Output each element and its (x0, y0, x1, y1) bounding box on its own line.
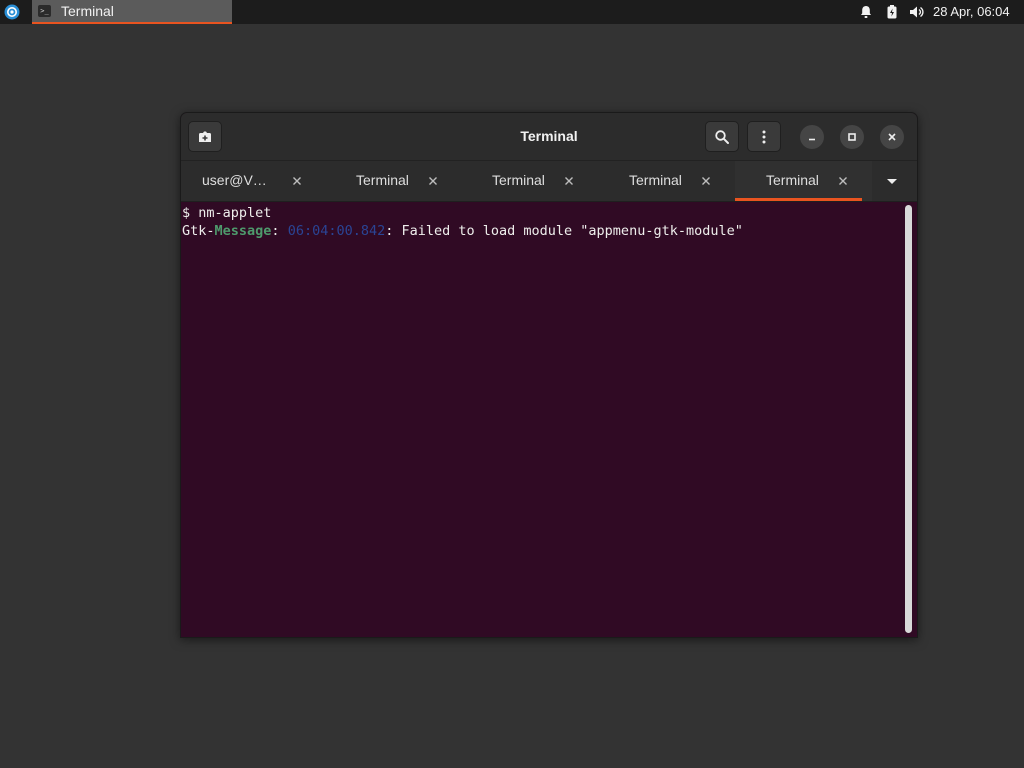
tab-close-icon[interactable] (699, 174, 713, 188)
terminal-window: Terminal user@V… Terminal Terminal Termi… (180, 112, 918, 638)
kebab-menu-icon (762, 130, 766, 144)
tab-terminal-4[interactable]: Terminal (592, 161, 729, 201)
tab-close-icon[interactable] (562, 174, 576, 188)
header-bar: Terminal (181, 113, 917, 161)
active-tab-indicator (735, 198, 862, 201)
separator: : (271, 223, 288, 239)
tab-label: Terminal (492, 172, 545, 188)
tab-label: Terminal (629, 172, 682, 188)
terminal-icon: >_ (38, 5, 51, 17)
terminal-output[interactable]: $ nm-applet Gtk-Message: 06:04:00.842: Fa… (182, 204, 902, 636)
tab-label: Terminal (766, 172, 819, 188)
search-button[interactable] (705, 121, 739, 152)
volume-icon[interactable] (908, 4, 924, 20)
terminal-line: Gtk-Message: 06:04:00.842: Failed to loa… (182, 222, 902, 240)
menu-button[interactable] (747, 121, 781, 152)
tab-user[interactable]: user@V… (181, 161, 318, 201)
terminal-scrollbar[interactable] (905, 205, 912, 633)
tab-close-icon[interactable] (426, 174, 440, 188)
close-icon (888, 133, 896, 141)
tab-close-icon[interactable] (290, 174, 304, 188)
tab-list-dropdown-icon[interactable] (885, 176, 899, 186)
taskbar-item-terminal[interactable]: >_ Terminal (32, 0, 232, 24)
tab-close-icon[interactable] (836, 174, 850, 188)
tab-terminal-active[interactable]: Terminal (735, 161, 872, 201)
tab-label: Terminal (356, 172, 409, 188)
maximize-button[interactable] (840, 125, 864, 149)
tab-terminal-2[interactable]: Terminal (318, 161, 455, 201)
clock[interactable]: 28 Apr, 06:04 (933, 4, 1010, 19)
bell-icon[interactable] (858, 4, 874, 20)
tab-bar: user@V… Terminal Terminal Terminal Termi… (181, 161, 917, 202)
tab-label: user@V… (202, 172, 267, 188)
message-text: : Failed to load module "appmenu-gtk-mod… (385, 223, 743, 239)
gtk-prefix: Gtk- (182, 223, 215, 239)
timestamp: 06:04:00.842 (287, 223, 386, 239)
close-button[interactable] (880, 125, 904, 149)
app-menu-icon[interactable] (4, 4, 20, 20)
taskbar-item-label: Terminal (61, 3, 114, 19)
minimize-button[interactable] (800, 125, 824, 149)
terminal-line: $ nm-applet (182, 205, 272, 221)
minimize-icon (809, 138, 815, 141)
tab-terminal-3[interactable]: Terminal (455, 161, 592, 201)
search-icon (715, 130, 729, 144)
maximize-icon (848, 133, 856, 141)
battery-icon[interactable] (884, 4, 900, 20)
message-label: Message (214, 223, 272, 239)
top-panel: >_ Terminal 28 Apr, 06:04 (0, 0, 1024, 24)
